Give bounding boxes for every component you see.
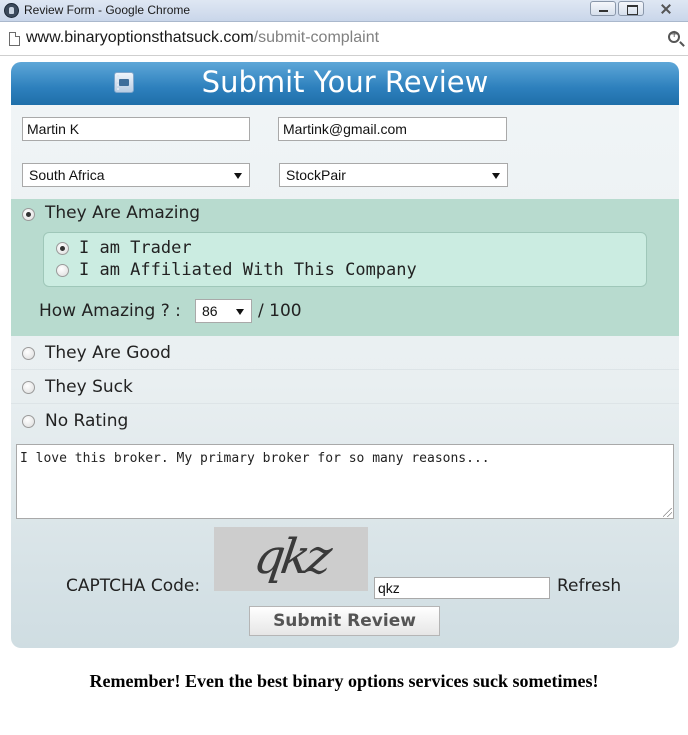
page-icon — [9, 32, 20, 46]
review-textarea[interactable]: I love this broker. My primary broker fo… — [16, 444, 674, 519]
close-window-button[interactable] — [646, 1, 684, 16]
window-title: Review Form - Google Chrome — [24, 3, 191, 17]
rating-amazing-label[interactable]: They Are Amazing — [45, 203, 200, 223]
review-text: I love this broker. My primary broker fo… — [20, 451, 490, 466]
maximize-button[interactable] — [618, 1, 644, 16]
affiliated-label[interactable]: I am Affiliated With This Company — [79, 260, 417, 280]
captcha-input[interactable]: qkz — [374, 577, 550, 599]
rating-none-label[interactable]: No Rating — [45, 411, 128, 431]
country-select-value: South Africa — [29, 167, 105, 183]
zoom-icon[interactable] — [668, 29, 680, 43]
url-text[interactable]: www.binaryoptionsthatsuck.com/submit-com… — [26, 29, 379, 47]
captcha-refresh-link[interactable]: Refresh — [557, 576, 621, 596]
captcha-label: CAPTCHA Code: — [66, 576, 201, 596]
dropdown-arrow-icon — [492, 173, 500, 179]
form-title: Submit Your Review — [201, 65, 489, 99]
address-bar[interactable]: www.binaryoptionsthatsuck.com/submit-com… — [0, 23, 688, 56]
rating-suck-radio[interactable] — [22, 381, 35, 394]
broker-select-value: StockPair — [286, 167, 346, 183]
country-select[interactable]: South Africa — [22, 163, 250, 187]
chrome-app-icon — [4, 3, 19, 18]
rating-good-radio[interactable] — [22, 347, 35, 360]
rating-suck-label[interactable]: They Suck — [45, 377, 133, 397]
dropdown-arrow-icon — [236, 309, 244, 315]
rating-amazing-radio[interactable] — [22, 208, 35, 221]
url-path: /submit-complaint — [253, 29, 380, 46]
broker-select[interactable]: StockPair — [279, 163, 508, 187]
form-header: Submit Your Review — [11, 62, 679, 105]
how-amazing-select[interactable]: 86 — [195, 299, 252, 323]
how-amazing-max: / 100 — [258, 301, 302, 321]
rating-none-radio[interactable] — [22, 415, 35, 428]
submit-review-button[interactable]: Submit Review — [249, 606, 440, 636]
how-amazing-label: How Amazing ? : — [39, 301, 181, 321]
url-host: www.binaryoptionsthatsuck.com — [26, 29, 254, 46]
captcha-image: qkz — [214, 527, 368, 591]
rating-good-label[interactable]: They Are Good — [45, 343, 171, 363]
footer-note: Remember! Even the best binary options s… — [89, 671, 599, 691]
window-titlebar: Review Form - Google Chrome — [0, 0, 688, 22]
dropdown-arrow-icon — [234, 173, 242, 179]
minimize-button[interactable] — [590, 1, 616, 16]
trader-label[interactable]: I am Trader — [79, 238, 192, 258]
captcha-image-text: qkz — [250, 529, 332, 585]
trader-radio[interactable] — [56, 242, 69, 255]
how-amazing-value: 86 — [202, 303, 218, 319]
review-form-panel: Submit Your Review Martin K Martink@gmai… — [11, 62, 679, 648]
email-field[interactable]: Martink@gmail.com — [278, 117, 507, 141]
affiliated-radio[interactable] — [56, 264, 69, 277]
affiliation-box: I am Trader I am Affiliated With This Co… — [43, 232, 647, 287]
name-field[interactable]: Martin K — [22, 117, 250, 141]
resize-grip-icon[interactable] — [663, 508, 672, 517]
